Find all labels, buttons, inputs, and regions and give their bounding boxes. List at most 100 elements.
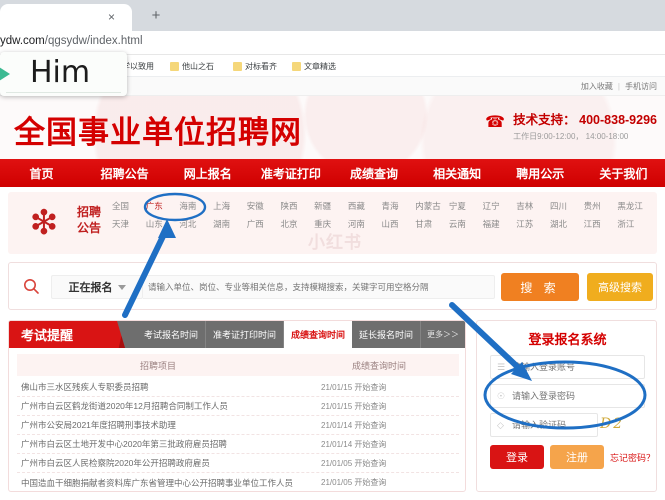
region-item-8[interactable]: 青海: [382, 200, 416, 212]
row-project-name[interactable]: 广州市白云区鹤龙街道2020年12月招聘合同制工作人员: [17, 400, 299, 412]
forgot-password-link[interactable]: 忘记密码？: [610, 451, 655, 464]
row-date: 21/01/05 开始查询: [299, 458, 459, 469]
row-date-value: 21/01/15: [321, 382, 353, 392]
row-project-name[interactable]: 广州市白云区人民检察院2020年公开招聘政府雇员: [17, 457, 299, 469]
table-row[interactable]: 广州市白云区土地开发中心2020年第三批政府雇员招聘 21/01/14 开始查询: [17, 435, 459, 454]
nav-item-score-query[interactable]: 成绩查询: [333, 165, 416, 182]
bookmark-item[interactable]: 他山之石: [170, 59, 214, 73]
row-date-value: 21/01/15: [321, 401, 353, 411]
search-input-wrapper[interactable]: [143, 275, 495, 299]
region-item-4[interactable]: 安徽: [247, 200, 281, 212]
region-item-25[interactable]: 甘肃: [415, 218, 449, 230]
region-item-28[interactable]: 江苏: [516, 218, 550, 230]
register-button[interactable]: 注册: [550, 445, 604, 469]
browser-tab-strip: × +: [0, 0, 665, 31]
region-panel-label-line2: 公告: [76, 221, 101, 235]
bookmark-label: 文章精选: [304, 61, 336, 71]
region-item-2[interactable]: 海南: [179, 200, 213, 212]
main-navigation: 首页 招聘公告 网上报名 准考证打印 成绩查询 相关通知 聘用公示 关于我们: [0, 159, 665, 187]
search-button[interactable]: 搜 索: [501, 273, 579, 301]
tab-admit-card-print-time[interactable]: 准考证打印时间: [206, 321, 285, 348]
row-date-value: 21/01/14: [321, 439, 353, 449]
region-selector-panel: ❇ 招聘 公告 全国 广东 海南 上海 安徽 陕西 新疆 西藏 青海 内蒙古 宁…: [8, 192, 657, 254]
region-item-13[interactable]: 四川: [550, 200, 584, 212]
captcha-field-wrapper[interactable]: ◇: [490, 413, 598, 437]
advanced-search-button[interactable]: 高级搜索: [587, 273, 653, 301]
account-input[interactable]: [512, 362, 644, 372]
add-favorite-link[interactable]: 加入收藏: [581, 81, 613, 92]
bookmark-item[interactable]: 文章精选: [292, 59, 336, 73]
nav-item-about-us[interactable]: 关于我们: [582, 165, 665, 182]
table-row[interactable]: 广州市白云区鹤龙街道2020年12月招聘合同制工作人员 21/01/15 开始查…: [17, 397, 459, 416]
region-item-11[interactable]: 辽宁: [483, 200, 517, 212]
region-item-21[interactable]: 北京: [280, 218, 314, 230]
login-button[interactable]: 登录: [490, 445, 544, 469]
region-item-29[interactable]: 湖北: [550, 218, 584, 230]
table-row[interactable]: 广州市公安局2021年度招聘刑事技术助理 21/01/14 开始查询: [17, 416, 459, 435]
password-field-wrapper[interactable]: ☉: [490, 384, 645, 408]
password-input[interactable]: [512, 391, 644, 401]
row-date-value: 21/01/05: [321, 458, 353, 468]
row-date: 21/01/15 开始查询: [299, 382, 459, 393]
nav-item-notices[interactable]: 相关通知: [416, 165, 499, 182]
region-item-24[interactable]: 山西: [382, 218, 416, 230]
captcha-image[interactable]: D2: [600, 416, 640, 434]
region-item-7[interactable]: 西藏: [348, 200, 382, 212]
nav-item-online-apply[interactable]: 网上报名: [166, 165, 249, 182]
region-item-30[interactable]: 江西: [584, 218, 618, 230]
bookmark-item[interactable]: 对标看齐: [233, 59, 277, 73]
search-filter-dropdown[interactable]: 正在报名: [51, 275, 143, 299]
row-project-name[interactable]: 广州市公安局2021年度招聘刑事技术助理: [17, 419, 299, 431]
region-item-27[interactable]: 福建: [483, 218, 517, 230]
row-date: 21/01/05 开始查询: [299, 477, 459, 488]
row-project-name[interactable]: 佛山市三水区残疾人专职委员招聘: [17, 381, 299, 393]
new-tab-icon[interactable]: +: [148, 8, 164, 24]
utility-links: 加入收藏 | 手机访问: [581, 81, 657, 92]
region-item-9[interactable]: 内蒙古: [415, 200, 449, 212]
region-item-18[interactable]: 河北: [179, 218, 213, 230]
more-link[interactable]: 更多＞＞: [427, 321, 465, 348]
region-item-22[interactable]: 重庆: [314, 218, 348, 230]
search-panel: 正在报名 搜 索 高级搜索: [8, 262, 657, 310]
region-item-19[interactable]: 湖南: [213, 218, 247, 230]
region-item-3[interactable]: 上海: [213, 200, 247, 212]
region-item-14[interactable]: 贵州: [584, 200, 618, 212]
nav-item-home[interactable]: 首页: [0, 165, 83, 182]
region-panel-label-line1: 招聘: [76, 205, 101, 219]
mobile-access-link[interactable]: 手机访问: [625, 81, 657, 92]
region-item-10[interactable]: 宁夏: [449, 200, 483, 212]
region-item-17[interactable]: 山东: [146, 218, 180, 230]
row-status: 开始查询: [354, 478, 387, 487]
captcha-input[interactable]: [512, 420, 597, 430]
region-item-1[interactable]: 广东: [146, 200, 180, 212]
nav-item-announcements[interactable]: 招聘公告: [83, 165, 166, 182]
search-input[interactable]: [143, 282, 494, 292]
row-project-name[interactable]: 广州市白云区土地开发中心2020年第三批政府雇员招聘: [17, 438, 299, 450]
him-popup-overlay[interactable]: Him: [0, 52, 127, 96]
support-phone: 技术支持： 400-838-9296: [513, 113, 657, 127]
region-item-15[interactable]: 黑龙江: [617, 200, 651, 212]
tab-score-query-time[interactable]: 成绩查询时间: [284, 321, 353, 348]
region-item-16[interactable]: 天津: [112, 218, 146, 230]
table-row[interactable]: 广州市白云区人民检察院2020年公开招聘政府雇员 21/01/05 开始查询: [17, 454, 459, 473]
region-item-6[interactable]: 新疆: [314, 200, 348, 212]
row-project-name[interactable]: 中国造血干细胞捐献者资料库广东省管理中心公开招聘事业单位工作人员: [17, 477, 299, 489]
site-logo-title: 全国事业单位招聘网: [14, 115, 302, 151]
region-item-23[interactable]: 河南: [348, 218, 382, 230]
region-item-31[interactable]: 浙江: [617, 218, 651, 230]
table-row[interactable]: 佛山市三水区残疾人专职委员招聘 21/01/15 开始查询: [17, 378, 459, 397]
table-row[interactable]: 中国造血干细胞捐献者资料库广东省管理中心公开招聘事业单位工作人员 21/01/0…: [17, 473, 459, 491]
region-item-12[interactable]: 吉林: [516, 200, 550, 212]
tab-exam-registration-time[interactable]: 考试报名时间: [137, 321, 207, 348]
close-icon[interactable]: ×: [105, 11, 118, 24]
nav-item-hiring-list[interactable]: 聘用公示: [499, 165, 582, 182]
tab-extended-registration-time[interactable]: 延长报名时间: [352, 321, 422, 348]
account-field-wrapper[interactable]: ☰: [490, 355, 645, 379]
region-item-20[interactable]: 广西: [247, 218, 281, 230]
region-item-26[interactable]: 云南: [449, 218, 483, 230]
browser-tab[interactable]: ×: [0, 4, 132, 31]
nav-item-admit-card[interactable]: 准考证打印: [249, 165, 332, 182]
region-item-0[interactable]: 全国: [112, 200, 146, 212]
browser-window: × + ydw.com/qgsydw/index.html 学以致用 他山之石 …: [0, 0, 665, 500]
region-item-5[interactable]: 陕西: [280, 200, 314, 212]
